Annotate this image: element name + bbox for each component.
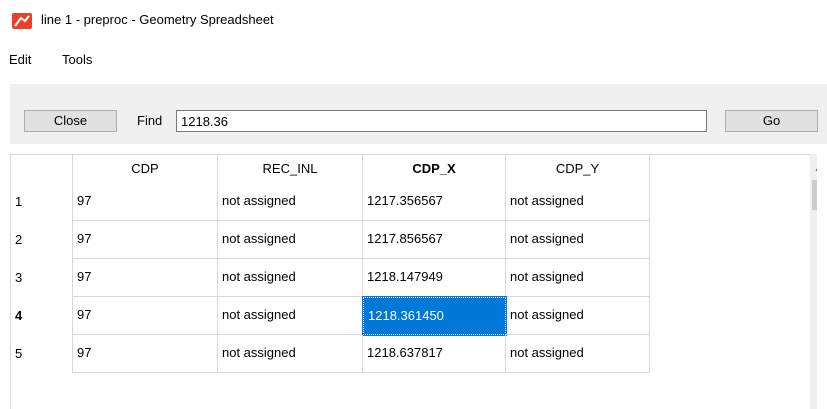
spreadsheet-table: CDP REC_INL CDP_X CDP_Y 1 97 not assigne… xyxy=(10,154,817,409)
title-bar: line 1 - preproc - Geometry Spreadsheet xyxy=(0,0,827,38)
row-header[interactable]: 3 xyxy=(11,259,73,297)
go-button[interactable]: Go xyxy=(725,110,818,132)
table-cell[interactable]: not assigned xyxy=(218,259,363,297)
window-title: line 1 - preproc - Geometry Spreadsheet xyxy=(41,12,274,27)
table-cell[interactable]: not assigned xyxy=(218,335,363,373)
column-header-cdp[interactable]: CDP xyxy=(73,155,218,183)
table-cell[interactable]: 97 xyxy=(73,221,218,259)
row-header[interactable]: 2 xyxy=(11,221,73,259)
chevron-up-icon[interactable]: ▲ xyxy=(810,162,817,176)
table-cell[interactable]: 1217.856567 xyxy=(363,221,506,259)
table-cell[interactable]: 1218.637817 xyxy=(363,335,506,373)
table-cell[interactable]: not assigned xyxy=(506,297,650,335)
menu-edit[interactable]: Edit xyxy=(9,50,31,70)
close-button[interactable]: Close xyxy=(24,110,117,132)
column-header-cdp-x[interactable]: CDP_X xyxy=(363,155,506,183)
toolbar-panel: Close Find Go xyxy=(10,84,827,144)
table-cell[interactable]: not assigned xyxy=(506,183,650,221)
table-cell[interactable]: not assigned xyxy=(506,221,650,259)
row-header[interactable]: 1 xyxy=(11,183,73,221)
table-cell[interactable]: 97 xyxy=(73,297,218,335)
table-cell[interactable]: 1218.147949 xyxy=(363,259,506,297)
table-cell[interactable]: not assigned xyxy=(506,335,650,373)
find-input[interactable] xyxy=(176,110,707,132)
table-cell[interactable]: 97 xyxy=(73,259,218,297)
table-cell[interactable]: 1217.356567 xyxy=(363,183,506,221)
header-corner[interactable] xyxy=(11,155,73,183)
column-header-cdp-y[interactable]: CDP_Y xyxy=(506,155,650,183)
table-cell[interactable]: 97 xyxy=(73,183,218,221)
row-header[interactable]: 5 xyxy=(11,335,73,373)
selected-table-cell[interactable]: 1218.361450 xyxy=(362,296,507,336)
row-header-current[interactable]: 4 xyxy=(11,297,73,335)
scrollbar-thumb[interactable] xyxy=(812,180,817,210)
column-header-rec-inl[interactable]: REC_INL xyxy=(218,155,363,183)
vertical-scrollbar[interactable]: ▲ xyxy=(810,154,817,409)
table-cell[interactable]: not assigned xyxy=(506,259,650,297)
menu-tools[interactable]: Tools xyxy=(62,50,92,70)
table-cell[interactable]: not assigned xyxy=(218,183,363,221)
table-cell[interactable]: not assigned xyxy=(218,221,363,259)
table-cell[interactable]: not assigned xyxy=(218,297,363,335)
geometry-spreadsheet-window: line 1 - preproc - Geometry Spreadsheet … xyxy=(0,0,827,409)
app-logo-icon xyxy=(12,13,32,29)
find-label: Find xyxy=(137,113,163,128)
table-cell[interactable]: 97 xyxy=(73,335,218,373)
